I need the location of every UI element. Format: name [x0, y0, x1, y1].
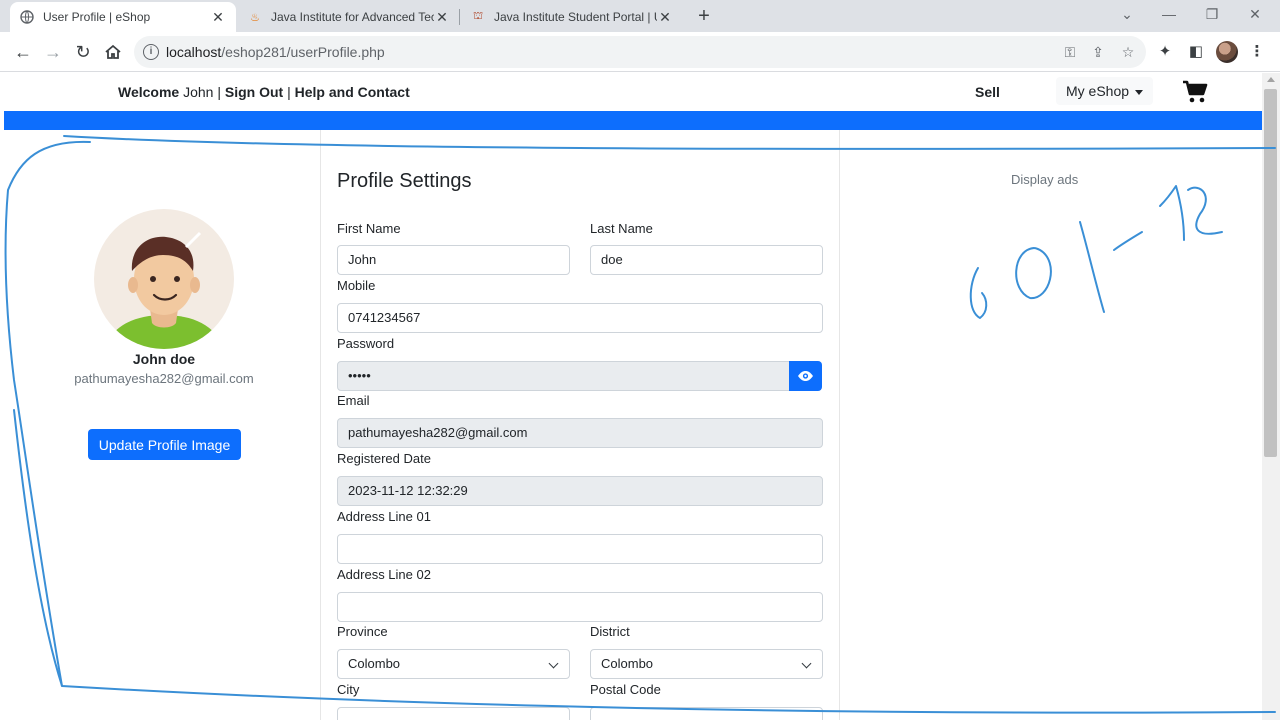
new-tab-icon[interactable]: +	[694, 4, 714, 28]
column-divider	[839, 130, 840, 720]
tab-title: Java Institute for Advanced Tech	[271, 10, 434, 24]
url-path: /eshop281/userProfile.php	[221, 44, 385, 60]
separator: |	[213, 84, 225, 100]
tab-java-institute[interactable]: ♨ Java Institute for Advanced Tech ✕	[238, 2, 460, 32]
forward-icon[interactable]: →	[41, 40, 65, 64]
browser-tabstrip: User Profile | eShop ✕ ♨ Java Institute …	[0, 0, 1280, 32]
institute-logo-icon: ⛫	[472, 10, 484, 22]
close-tab-icon[interactable]: ✕	[657, 9, 673, 26]
display-ads-placeholder: Display ads	[1011, 172, 1079, 187]
profile-image	[94, 209, 234, 349]
address-line-1-field[interactable]	[337, 534, 823, 564]
my-eshop-dropdown[interactable]: My eShop	[1056, 77, 1154, 105]
url-host: localhost	[166, 44, 222, 60]
bookmark-star-icon[interactable]: ☆	[1118, 42, 1138, 62]
postal-code-label: Postal Code	[590, 682, 661, 697]
show-password-button[interactable]	[789, 361, 822, 391]
province-select[interactable]: Colombo	[337, 649, 570, 679]
minimize-icon[interactable]: —	[1158, 4, 1180, 24]
separator: |	[283, 84, 295, 100]
tab-search-icon[interactable]: ⌄	[1116, 4, 1138, 24]
mobile-label: Mobile	[337, 278, 376, 293]
header-accent-bar	[4, 111, 1262, 130]
welcome-bar: Welcome John | Sign Out | Help and Conta…	[118, 84, 410, 100]
extensions-puzzle-icon[interactable]: ✦	[1154, 40, 1176, 64]
side-panel-icon[interactable]: ◧	[1185, 40, 1207, 64]
city-label: City	[337, 682, 360, 697]
tab-separator	[459, 9, 460, 25]
address-url: localhost/eshop281/userProfile.php	[166, 44, 385, 60]
scroll-up-icon[interactable]	[1267, 77, 1275, 82]
help-contact-link[interactable]: Help and Contact	[295, 84, 410, 100]
update-profile-image-button[interactable]: Update Profile Image	[88, 429, 241, 460]
sign-out-link[interactable]: Sign Out	[225, 84, 283, 100]
email-label: Email	[337, 393, 370, 408]
home-icon[interactable]	[101, 40, 125, 64]
address-line-2-field[interactable]	[337, 592, 823, 622]
postal-code-field[interactable]	[590, 707, 823, 720]
district-select[interactable]: Colombo	[590, 649, 823, 679]
page-scrollbar[interactable]	[1262, 73, 1280, 720]
page-viewport: Welcome John | Sign Out | Help and Conta…	[4, 73, 1262, 720]
profile-avatar[interactable]	[1216, 41, 1238, 63]
tab-title: User Profile | eShop	[43, 10, 151, 24]
site-info-icon[interactable]: i	[143, 44, 159, 60]
menu-kebab-icon[interactable]: ⋮	[1246, 40, 1268, 64]
site-header: Welcome John | Sign Out | Help and Conta…	[4, 73, 1262, 111]
close-window-icon[interactable]: ✕	[1244, 4, 1266, 24]
share-icon[interactable]: ⇪	[1088, 42, 1108, 62]
key-icon[interactable]: ⚿	[1060, 42, 1080, 62]
caret-down-icon	[1135, 89, 1144, 95]
chevron-down-icon	[548, 658, 559, 669]
tab-title: Java Institute Student Portal | Up	[494, 10, 657, 24]
city-select[interactable]	[337, 707, 570, 720]
mobile-field[interactable]: 0741234567	[337, 303, 823, 333]
scrollbar-thumb[interactable]	[1264, 89, 1277, 457]
last-name-label: Last Name	[590, 221, 653, 236]
profile-email: pathumayesha282@gmail.com	[74, 371, 254, 386]
sell-link[interactable]: Sell	[975, 84, 1000, 100]
email-field: pathumayesha282@gmail.com	[337, 418, 823, 448]
password-field[interactable]: •••••	[337, 361, 790, 391]
close-tab-icon[interactable]: ✕	[210, 9, 226, 26]
eye-icon	[798, 371, 813, 381]
welcome-username: John	[183, 84, 214, 100]
my-eshop-label: My eShop	[1066, 83, 1130, 99]
back-icon[interactable]: ←	[11, 40, 35, 64]
restore-icon[interactable]: ❐	[1201, 4, 1223, 24]
district-value: Colombo	[601, 656, 654, 671]
reload-icon[interactable]: ↻	[71, 40, 95, 64]
last-name-field[interactable]: doe	[590, 245, 823, 275]
page-title: Profile Settings	[337, 170, 472, 192]
tab-student-portal[interactable]: ⛫ Java Institute Student Portal | Up ✕	[461, 2, 683, 32]
district-label: District	[590, 624, 630, 639]
address-bar[interactable]: i localhost/eshop281/userProfile.php ⚿ ⇪…	[134, 36, 1146, 68]
column-divider	[320, 130, 321, 720]
registered-date-field: 2023-11-12 12:32:29	[337, 476, 823, 506]
welcome-label: Welcome	[118, 84, 180, 100]
address-line-2-label: Address Line 02	[337, 567, 431, 582]
cart-icon[interactable]	[1182, 80, 1210, 104]
province-label: Province	[337, 624, 388, 639]
address-line-1-label: Address Line 01	[337, 509, 431, 524]
close-tab-icon[interactable]: ✕	[434, 9, 450, 26]
profile-name: John doe	[132, 351, 196, 367]
province-value: Colombo	[348, 656, 401, 671]
globe-icon	[20, 10, 34, 24]
browser-toolbar: ← → ↻ i localhost/eshop281/userProfile.p…	[0, 32, 1280, 72]
first-name-field[interactable]: John	[337, 245, 570, 275]
java-logo-icon: ♨	[250, 11, 260, 24]
password-label: Password	[337, 336, 395, 351]
first-name-label: First Name	[337, 221, 401, 236]
chevron-down-icon	[801, 658, 812, 669]
registered-date-label: Registered Date	[337, 451, 431, 466]
tab-user-profile[interactable]: User Profile | eShop ✕	[10, 2, 236, 32]
